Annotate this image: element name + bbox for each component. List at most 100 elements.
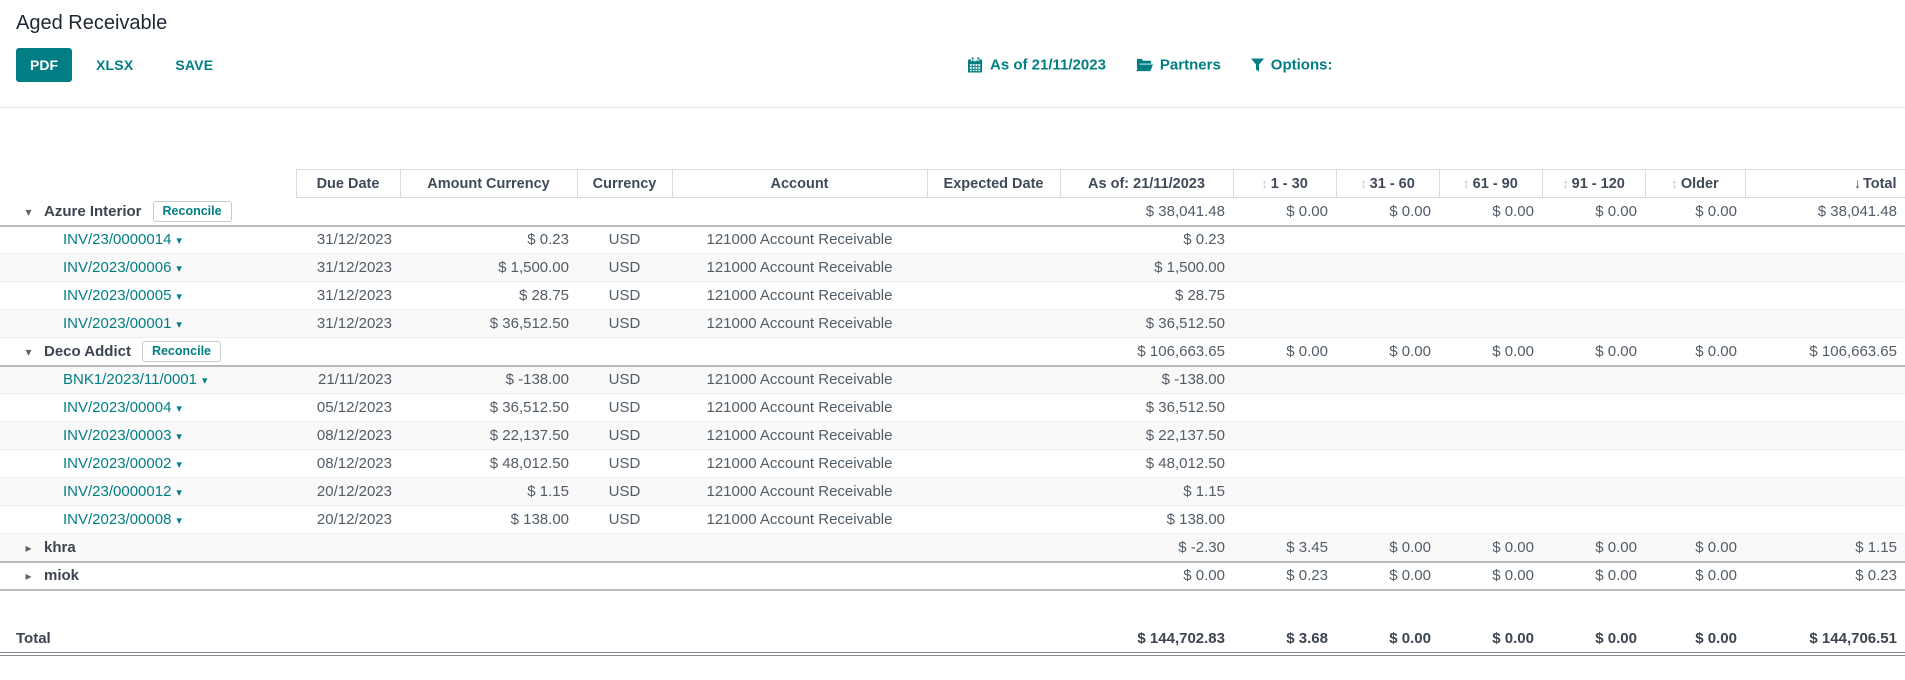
page-title: Aged Receivable	[16, 12, 1905, 35]
move-link[interactable]: INV/2023/00005	[63, 287, 171, 304]
expected-date-cell	[927, 338, 1060, 366]
caret-down-icon[interactable]: ▾	[176, 291, 182, 303]
move-link[interactable]: INV/2023/00003	[63, 427, 171, 444]
due-date-cell: 31/12/2023	[296, 254, 400, 282]
name-cell: INV/2023/00008 ▾	[0, 506, 296, 534]
caret-down-icon[interactable]: ▾	[21, 345, 36, 359]
caret-right-icon[interactable]: ▸	[21, 541, 36, 555]
header-cell[interactable]: As of: 21/11/2023	[1060, 170, 1233, 198]
move-link[interactable]: INV/2023/00002	[63, 455, 171, 472]
account-cell: 121000 Account Receivable	[672, 422, 927, 450]
header-cell[interactable]: ↕61 - 90	[1439, 170, 1542, 198]
caret-down-icon[interactable]: ▾	[176, 431, 182, 443]
partner-name[interactable]: Azure Interior	[44, 203, 142, 220]
due-date-cell: 31/12/2023	[296, 310, 400, 338]
partner-row: ▸miok$ 0.00$ 0.23$ 0.00$ 0.00$ 0.00$ 0.0…	[0, 562, 1905, 590]
d61-90-cell: $ 0.00	[1439, 198, 1542, 226]
as-of-cell: $ -138.00	[1060, 366, 1233, 394]
header-cell[interactable]: Account	[672, 170, 927, 198]
expected-date-cell	[927, 394, 1060, 422]
sort-icon[interactable]: ↕	[1261, 176, 1268, 191]
header-cell[interactable]: Due Date	[296, 170, 400, 198]
d91-120-cell	[1542, 394, 1645, 422]
total-account-cell	[672, 626, 927, 654]
d31-60-cell	[1336, 254, 1439, 282]
account-cell: 121000 Account Receivable	[672, 282, 927, 310]
sort-icon[interactable]: ↕	[1562, 176, 1569, 191]
partners-filter[interactable]: Partners	[1136, 57, 1221, 74]
caret-down-icon[interactable]: ▾	[176, 235, 182, 247]
aged-receivable-report: Aged Receivable PDF XLSX SAVE As of 21/1…	[0, 12, 1905, 680]
caret-down-icon[interactable]: ▾	[202, 375, 208, 387]
total-cell	[1745, 478, 1905, 506]
account-cell: 121000 Account Receivable	[672, 310, 927, 338]
pdf-button[interactable]: PDF	[16, 48, 72, 82]
due-date-cell: 21/11/2023	[296, 366, 400, 394]
header-label: Total	[1863, 176, 1897, 192]
reconcile-button[interactable]: Reconcile	[153, 201, 232, 222]
d91-120-cell	[1542, 422, 1645, 450]
caret-down-icon[interactable]: ▾	[176, 263, 182, 275]
reconcile-button[interactable]: Reconcile	[142, 341, 221, 362]
xlsx-button[interactable]: XLSX	[90, 56, 139, 74]
move-link[interactable]: BNK1/2023/11/0001	[63, 371, 197, 388]
move-link[interactable]: INV/23/0000014	[63, 231, 171, 248]
name-cell: INV/2023/00003 ▾	[0, 422, 296, 450]
header-cell[interactable]: ↕31 - 60	[1336, 170, 1439, 198]
expected-date-cell	[927, 422, 1060, 450]
caret-down-icon[interactable]: ▾	[176, 319, 182, 331]
sort-icon[interactable]: ↕	[1671, 176, 1678, 191]
d31-60-cell	[1336, 282, 1439, 310]
older-cell	[1645, 422, 1745, 450]
sort-icon[interactable]: ↕	[1360, 176, 1367, 191]
d61-90-cell: $ 0.00	[1439, 562, 1542, 590]
d1-30-cell	[1233, 310, 1336, 338]
total-cell: $ 106,663.65	[1745, 338, 1905, 366]
caret-down-icon[interactable]: ▾	[21, 205, 36, 219]
d1-30-cell	[1233, 478, 1336, 506]
move-link[interactable]: INV/2023/00006	[63, 259, 171, 276]
d61-90-cell	[1439, 394, 1542, 422]
caret-right-icon[interactable]: ▸	[21, 569, 36, 583]
partner-name[interactable]: miok	[44, 567, 79, 584]
header-cell[interactable]: Currency	[577, 170, 672, 198]
older-cell	[1645, 478, 1745, 506]
header-cell[interactable]: ↓Total	[1745, 170, 1905, 198]
header-cell[interactable]: ↕91 - 120	[1542, 170, 1645, 198]
header-cell[interactable]: ↕1 - 30	[1233, 170, 1336, 198]
options-filter[interactable]: Options:	[1251, 57, 1333, 74]
total-cell	[1745, 254, 1905, 282]
calendar-icon	[968, 58, 983, 73]
date-filter[interactable]: As of 21/11/2023	[968, 57, 1106, 74]
d61-90-cell	[1439, 226, 1542, 254]
name-cell: INV/2023/00001 ▾	[0, 310, 296, 338]
partner-name[interactable]: khra	[44, 539, 76, 556]
amount-currency-cell: $ 28.75	[400, 282, 577, 310]
header-cell[interactable]: Amount Currency	[400, 170, 577, 198]
sort-desc-icon[interactable]: ↓	[1854, 175, 1861, 191]
amount-currency-cell: $ 1,500.00	[400, 254, 577, 282]
header-cell[interactable]: Expected Date	[927, 170, 1060, 198]
total-as-of-cell: $ 144,702.83	[1060, 626, 1233, 654]
caret-down-icon[interactable]: ▾	[176, 487, 182, 499]
move-link[interactable]: INV/2023/00001	[63, 315, 171, 332]
d1-30-cell	[1233, 450, 1336, 478]
d91-120-cell	[1542, 366, 1645, 394]
move-link[interactable]: INV/2023/00004	[63, 399, 171, 416]
save-button[interactable]: SAVE	[169, 56, 219, 74]
d1-30-cell	[1233, 226, 1336, 254]
total-due-date-cell	[296, 626, 400, 654]
caret-down-icon[interactable]: ▾	[176, 459, 182, 471]
move-link[interactable]: INV/23/0000012	[63, 483, 171, 500]
partner-name[interactable]: Deco Addict	[44, 343, 131, 360]
move-link[interactable]: INV/2023/00008	[63, 511, 171, 528]
sort-icon[interactable]: ↕	[1463, 176, 1470, 191]
expected-date-cell	[927, 450, 1060, 478]
currency-cell: USD	[577, 366, 672, 394]
as-of-cell: $ 138.00	[1060, 506, 1233, 534]
caret-down-icon[interactable]: ▾	[176, 403, 182, 415]
d31-60-cell	[1336, 310, 1439, 338]
d61-90-cell	[1439, 450, 1542, 478]
caret-down-icon[interactable]: ▾	[176, 515, 182, 527]
header-cell[interactable]: ↕Older	[1645, 170, 1745, 198]
